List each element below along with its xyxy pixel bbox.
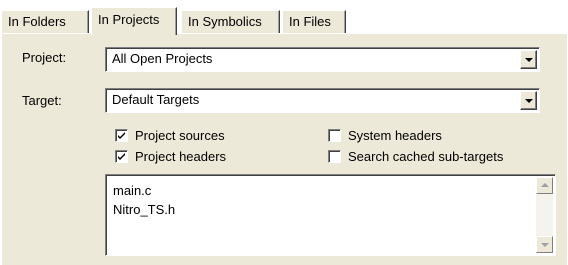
file-listbox[interactable]: main.c Nitro_TS.h xyxy=(105,174,556,256)
chevron-down-icon xyxy=(525,58,533,62)
tab-strip: In Folders In Projects In Symbolics In F… xyxy=(0,0,568,35)
scroll-up-button[interactable] xyxy=(536,177,553,194)
search-cached-label: Search cached sub-targets xyxy=(348,149,504,164)
chevron-up-icon xyxy=(541,183,549,187)
project-value: All Open Projects xyxy=(112,51,213,66)
chevron-down-icon xyxy=(525,99,533,103)
project-headers-label: Project headers xyxy=(135,149,227,164)
project-dropdown[interactable]: All Open Projects xyxy=(105,47,540,72)
checkbox-box[interactable] xyxy=(328,150,341,163)
checkmark-icon xyxy=(118,132,125,139)
project-label: Project: xyxy=(22,50,67,65)
tab-in-folders[interactable]: In Folders xyxy=(1,10,89,33)
checkbox-box[interactable] xyxy=(328,129,341,142)
find-dialog-root: In Folders In Projects In Symbolics In F… xyxy=(0,0,568,265)
list-item[interactable]: Nitro_TS.h xyxy=(113,202,175,217)
tab-label: In Folders xyxy=(8,14,66,29)
tab-label: In Files xyxy=(289,14,331,29)
project-sources-label: Project sources xyxy=(135,128,225,143)
target-label: Target: xyxy=(22,93,62,108)
tab-in-symbolics[interactable]: In Symbolics xyxy=(181,10,280,33)
list-item[interactable]: main.c xyxy=(113,183,151,198)
target-value: Default Targets xyxy=(112,92,200,107)
tab-label: In Projects xyxy=(98,12,160,27)
checkbox-box[interactable] xyxy=(115,129,128,142)
tab-in-files[interactable]: In Files xyxy=(282,10,346,33)
chevron-down-icon xyxy=(541,243,549,247)
scroll-down-button[interactable] xyxy=(536,236,553,253)
vertical-scrollbar[interactable] xyxy=(536,177,553,253)
system-headers-label: System headers xyxy=(348,128,442,143)
target-dropdown-button[interactable] xyxy=(520,91,537,110)
checkbox-box[interactable] xyxy=(115,150,128,163)
checkmark-icon xyxy=(118,153,125,160)
tab-label: In Symbolics xyxy=(188,14,262,29)
target-dropdown[interactable]: Default Targets xyxy=(105,88,540,113)
tab-in-projects[interactable]: In Projects xyxy=(91,7,177,35)
project-dropdown-button[interactable] xyxy=(520,50,537,69)
